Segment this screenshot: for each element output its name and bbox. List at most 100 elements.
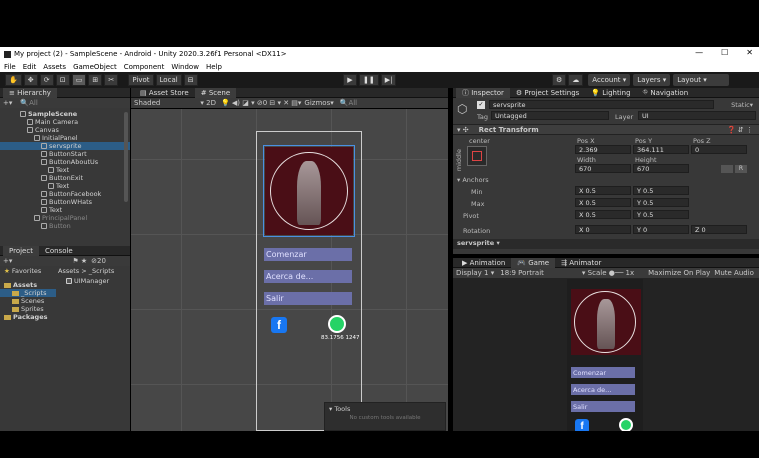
scene-salir-button[interactable]: Salir	[264, 292, 352, 305]
game-viewport[interactable]: Comenzar Acerca de... Salir f	[567, 279, 643, 431]
tab-animation[interactable]: ▶ Animation	[456, 258, 511, 268]
filter-icon[interactable]: ⚑ ★	[72, 257, 87, 265]
custom-tool-icon[interactable]: ✂	[104, 74, 119, 86]
hierarchy-search[interactable]: 🔍All	[20, 99, 37, 107]
tab-hierarchy[interactable]: ≡ Hierarchy	[3, 87, 57, 98]
hierarchy-item[interactable]: Text	[0, 182, 130, 190]
project-folder-item[interactable]: Packages	[0, 313, 56, 321]
max-x-field[interactable]: X 0.5	[575, 198, 631, 207]
project-breadcrumb[interactable]: Assets > _Scripts	[58, 267, 114, 275]
hierarchy-item[interactable]: Text	[0, 166, 130, 174]
cloud-icon[interactable]: ☁	[568, 74, 584, 86]
min-y-field[interactable]: Y 0.5	[633, 186, 689, 195]
hierarchy-item[interactable]: Main Camera	[0, 118, 130, 126]
pivot-toggle[interactable]: Pivot	[128, 74, 154, 86]
project-folder-item[interactable]: Sprites	[0, 305, 56, 313]
tab-lighting[interactable]: 💡 Lighting	[585, 88, 636, 98]
whatsapp-icon[interactable]	[328, 315, 346, 333]
maximize-button[interactable]: ☐	[721, 48, 728, 57]
game-whatsapp-icon[interactable]	[619, 418, 633, 431]
blueprint-button[interactable]	[721, 165, 733, 173]
menu-gameobject[interactable]: GameObject	[73, 63, 117, 71]
hierarchy-item[interactable]: Text	[0, 206, 130, 214]
add-icon[interactable]: +▾	[3, 99, 12, 107]
gizmos-dropdown[interactable]: Gizmos▾	[304, 99, 333, 107]
tab-navigation[interactable]: ⛗ Navigation	[637, 88, 695, 98]
width-field[interactable]: 670	[575, 164, 631, 173]
tab-scene[interactable]: # Scene	[194, 87, 237, 98]
collab-icon[interactable]: ⚙	[552, 74, 567, 86]
play-button[interactable]: ▶	[343, 74, 357, 86]
hierarchy-item[interactable]: servsprite	[0, 142, 130, 150]
hierarchy-item[interactable]: SampleScene	[0, 110, 130, 118]
hierarchy-item[interactable]: ButtonAboutUs	[0, 158, 130, 166]
step-button[interactable]: ▶|	[380, 74, 397, 86]
hierarchy-item[interactable]: ButtonStart	[0, 150, 130, 158]
favorites-item[interactable]: ★ Favorites	[0, 267, 56, 275]
menu-component[interactable]: Component	[124, 63, 165, 71]
grid-snap-icon[interactable]: ⊟	[183, 74, 198, 86]
layer-dropdown[interactable]: UI	[638, 111, 756, 120]
project-add-icon[interactable]: +▾	[3, 257, 12, 265]
object-name-field[interactable]: servsprite	[489, 100, 714, 109]
shading-dropdown[interactable]: Shaded	[134, 99, 160, 107]
layers-dropdown[interactable]: Layers ▾	[633, 74, 671, 86]
menu-assets[interactable]: Assets	[43, 63, 66, 71]
aspect-dropdown[interactable]: 18:9 Portrait	[500, 269, 544, 277]
hierarchy-item[interactable]: Button	[0, 222, 130, 230]
anchor-presets-button[interactable]	[467, 146, 487, 166]
tab-console[interactable]: Console	[39, 246, 79, 256]
game-acerca-button[interactable]: Acerca de...	[571, 384, 635, 395]
layout-dropdown[interactable]: Layout ▾	[673, 74, 730, 86]
pause-button[interactable]: ❚❚	[359, 74, 379, 86]
hierarchy-scrollbar[interactable]	[124, 112, 128, 202]
pivot-x-field[interactable]: X 0.5	[575, 210, 631, 219]
game-salir-button[interactable]: Salir	[571, 401, 635, 412]
scene-comenzar-button[interactable]: Comenzar	[264, 248, 352, 261]
display-dropdown[interactable]: Display 1 ▾	[456, 269, 494, 277]
scene-acerca-button[interactable]: Acerca de...	[264, 270, 352, 283]
raw-edit-button[interactable]: R	[735, 165, 747, 173]
menu-file[interactable]: File	[4, 63, 16, 71]
rect-transform-header[interactable]: ▾ ✣ Rect Transform ❓ ⇵ ⋮	[453, 124, 759, 135]
rot-z-field[interactable]: Z 0	[691, 225, 747, 234]
rotate-tool-icon[interactable]: ⟳	[39, 74, 54, 86]
facebook-icon[interactable]: f	[271, 317, 287, 333]
local-toggle[interactable]: Local	[155, 74, 182, 86]
tab-inspector[interactable]: ⓘ Inspector	[456, 87, 510, 98]
scale-tool-icon[interactable]: ⊡	[55, 74, 70, 86]
2d-toggle[interactable]: ▾ 2D	[200, 99, 216, 107]
game-comenzar-button[interactable]: Comenzar	[571, 367, 635, 378]
posy-field[interactable]: 364.111	[633, 145, 689, 154]
min-x-field[interactable]: X 0.5	[575, 186, 631, 195]
project-folder-item[interactable]: _Scripts	[0, 289, 56, 297]
hierarchy-item[interactable]: ButtonFacebook	[0, 190, 130, 198]
game-facebook-icon[interactable]: f	[575, 419, 589, 431]
tab-asset-store[interactable]: ▤ Asset Store	[134, 88, 195, 98]
scene-view[interactable]: Comenzar Acerca de... Salir f 83.1756 12…	[131, 109, 448, 431]
hierarchy-item[interactable]: ButtonExit	[0, 174, 130, 182]
scene-view-icons[interactable]: 💡 ◀) ◪ ▾ ⊘0 ⊟ ▾ ✕ ▤▾	[221, 99, 301, 107]
active-checkbox[interactable]: ✓	[477, 101, 485, 109]
scene-search[interactable]: 🔍All	[340, 99, 357, 107]
mute-toggle[interactable]: Mute Audio	[714, 269, 754, 277]
hierarchy-item[interactable]: InitialPanel	[0, 134, 130, 142]
menu-window[interactable]: Window	[171, 63, 199, 71]
rect-tool-icon[interactable]: ▭	[71, 74, 87, 86]
transform-tool-icon[interactable]: ⊞	[88, 74, 103, 86]
rot-x-field[interactable]: X 0	[575, 225, 631, 234]
component-menu-icon[interactable]: ❓ ⇵ ⋮	[727, 126, 753, 134]
hierarchy-item[interactable]: PrincipalPanel	[0, 214, 130, 222]
hierarchy-item[interactable]: ButtonWHats	[0, 198, 130, 206]
hand-tool-icon[interactable]: ✋	[5, 74, 22, 86]
tab-animator[interactable]: ⇶ Animator	[555, 258, 607, 268]
tab-project[interactable]: Project	[3, 245, 39, 256]
height-field[interactable]: 670	[633, 164, 689, 173]
close-button[interactable]: ✕	[746, 48, 753, 57]
anchors-foldout[interactable]: ▾ Anchors	[457, 176, 489, 184]
minimize-button[interactable]: —	[695, 48, 703, 57]
tab-project-settings[interactable]: ⚙ Project Settings	[510, 88, 585, 98]
move-tool-icon[interactable]: ✥	[23, 74, 38, 86]
posz-field[interactable]: 0	[691, 145, 747, 154]
static-toggle[interactable]: Static▾	[731, 101, 753, 109]
